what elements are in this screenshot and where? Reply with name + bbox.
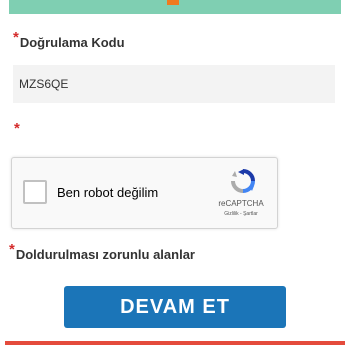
required-fields-note: *Doldurulması zorunlu alanlar <box>9 241 195 263</box>
bottom-divider-bar <box>5 341 345 345</box>
recaptcha-privacy-terms-link[interactable]: Gizlilik - Şartlar <box>208 211 274 217</box>
top-tab-indicator <box>167 0 179 5</box>
required-asterisk: * <box>13 29 19 46</box>
required-asterisk: * <box>9 241 15 258</box>
required-fields-note-text: Doldurulması zorunlu alanlar <box>15 247 195 262</box>
verification-code-label-text: Doğrulama Kodu <box>19 35 125 50</box>
recaptcha-brand: reCAPTCHA <box>218 199 264 208</box>
recaptcha-widget: Ben robot değilim reCAPTCHA Gizlilik - Ş… <box>11 157 278 229</box>
captcha-required-asterisk: * <box>14 120 20 137</box>
verification-code-label: *Doğrulama Kodu <box>13 29 125 51</box>
recaptcha-checkbox[interactable] <box>23 180 47 204</box>
recaptcha-logo-icon <box>231 169 255 193</box>
continue-button[interactable]: DEVAM ET <box>64 286 286 328</box>
verification-code-input[interactable] <box>13 65 335 103</box>
recaptcha-label: Ben robot değilim <box>57 185 159 200</box>
